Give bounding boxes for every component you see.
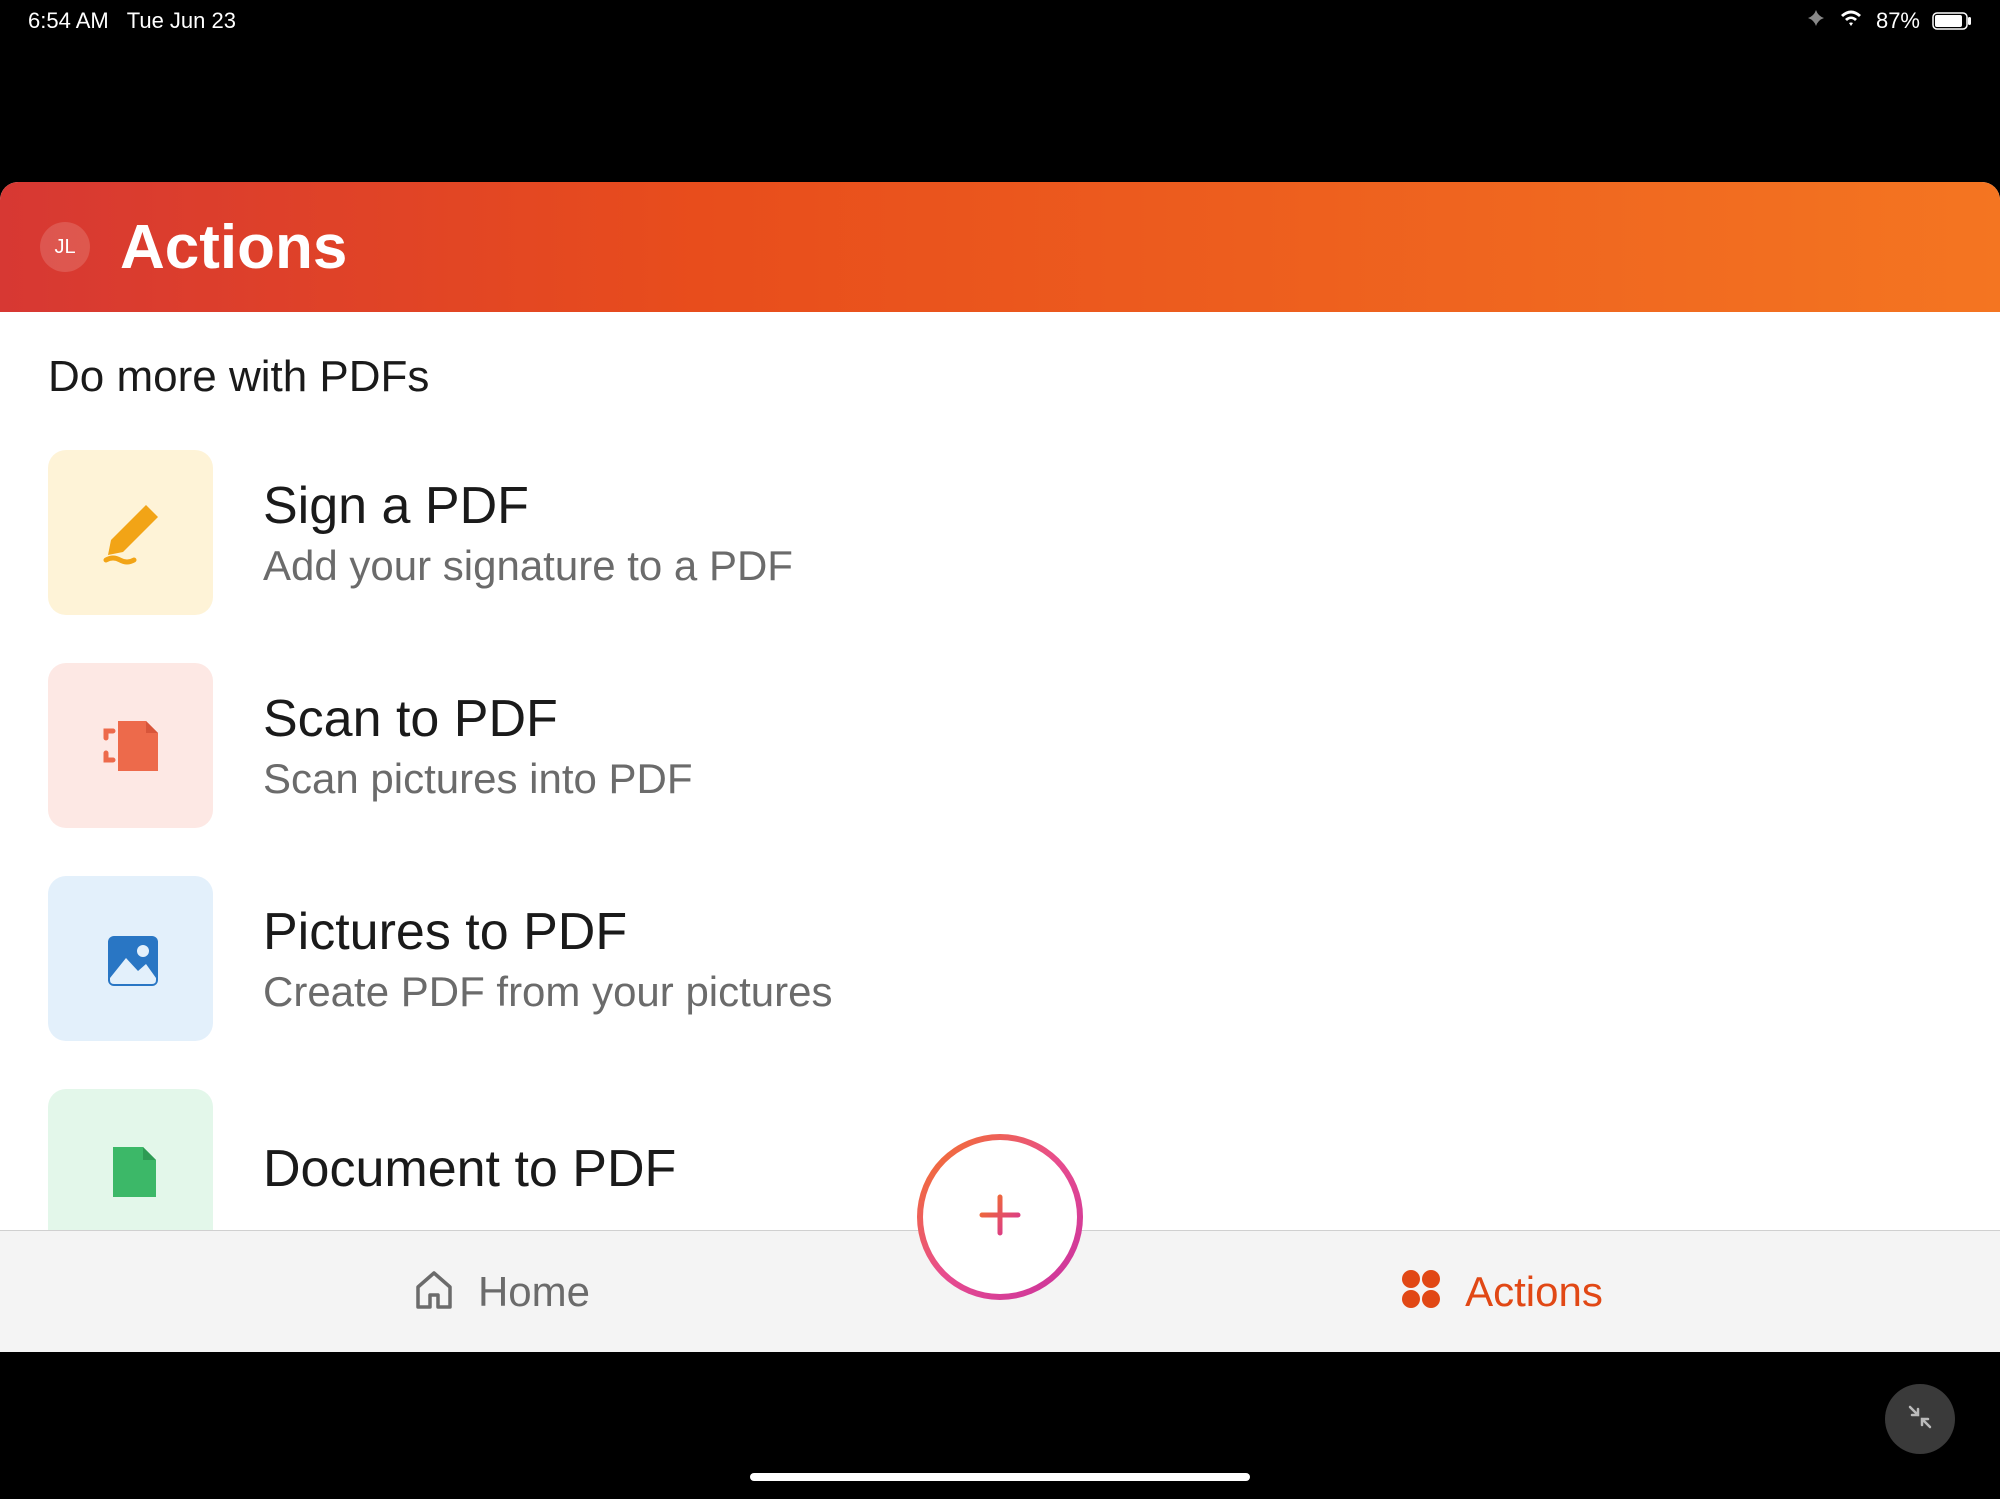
home-icon <box>410 1265 458 1318</box>
section-title: Do more with PDFs <box>48 352 1952 402</box>
app-container: JL Actions Do more with PDFs Sign a PDF … <box>0 182 2000 1352</box>
content: Do more with PDFs Sign a PDF Add your si… <box>0 312 2000 1232</box>
action-subtitle: Create PDF from your pictures <box>263 968 833 1016</box>
status-time: 6:54 AM <box>28 8 109 34</box>
plus-icon <box>970 1185 1030 1250</box>
nav-actions[interactable]: Actions <box>1100 1265 1900 1318</box>
scan-icon <box>48 663 213 828</box>
document-icon <box>48 1089 213 1232</box>
action-sign-pdf[interactable]: Sign a PDF Add your signature to a PDF <box>48 450 1952 615</box>
nav-home-label: Home <box>478 1268 590 1316</box>
avatar[interactable]: JL <box>40 222 90 272</box>
action-title: Scan to PDF <box>263 689 693 749</box>
wifi-icon <box>1838 8 1864 34</box>
status-date: Tue Jun 23 <box>127 8 236 34</box>
status-bar: 6:54 AM Tue Jun 23 87% <box>0 0 2000 42</box>
nav-home[interactable]: Home <box>100 1265 900 1318</box>
battery-percent: 87% <box>1876 8 1920 34</box>
action-pictures-pdf[interactable]: Pictures to PDF Create PDF from your pic… <box>48 876 1952 1041</box>
action-scan-pdf[interactable]: Scan to PDF Scan pictures into PDF <box>48 663 1952 828</box>
avatar-initials: JL <box>54 236 75 259</box>
nav-actions-label: Actions <box>1465 1268 1603 1316</box>
action-subtitle: Add your signature to a PDF <box>263 542 793 590</box>
home-indicator[interactable] <box>750 1473 1250 1481</box>
collapse-icon <box>1902 1399 1938 1440</box>
sign-icon <box>48 450 213 615</box>
grid-icon <box>1397 1265 1445 1318</box>
fab-new[interactable] <box>920 1137 1080 1297</box>
action-subtitle: Scan pictures into PDF <box>263 755 693 803</box>
dnd-icon <box>1806 8 1826 34</box>
battery-icon <box>1932 12 1972 30</box>
collapse-button[interactable] <box>1885 1384 1955 1454</box>
pictures-icon <box>48 876 213 1041</box>
action-title: Pictures to PDF <box>263 902 833 962</box>
header: JL Actions <box>0 182 2000 312</box>
action-title: Sign a PDF <box>263 476 793 536</box>
page-title: Actions <box>120 212 347 283</box>
action-title: Document to PDF <box>263 1139 676 1199</box>
action-list: Sign a PDF Add your signature to a PDF S… <box>48 450 1952 1232</box>
